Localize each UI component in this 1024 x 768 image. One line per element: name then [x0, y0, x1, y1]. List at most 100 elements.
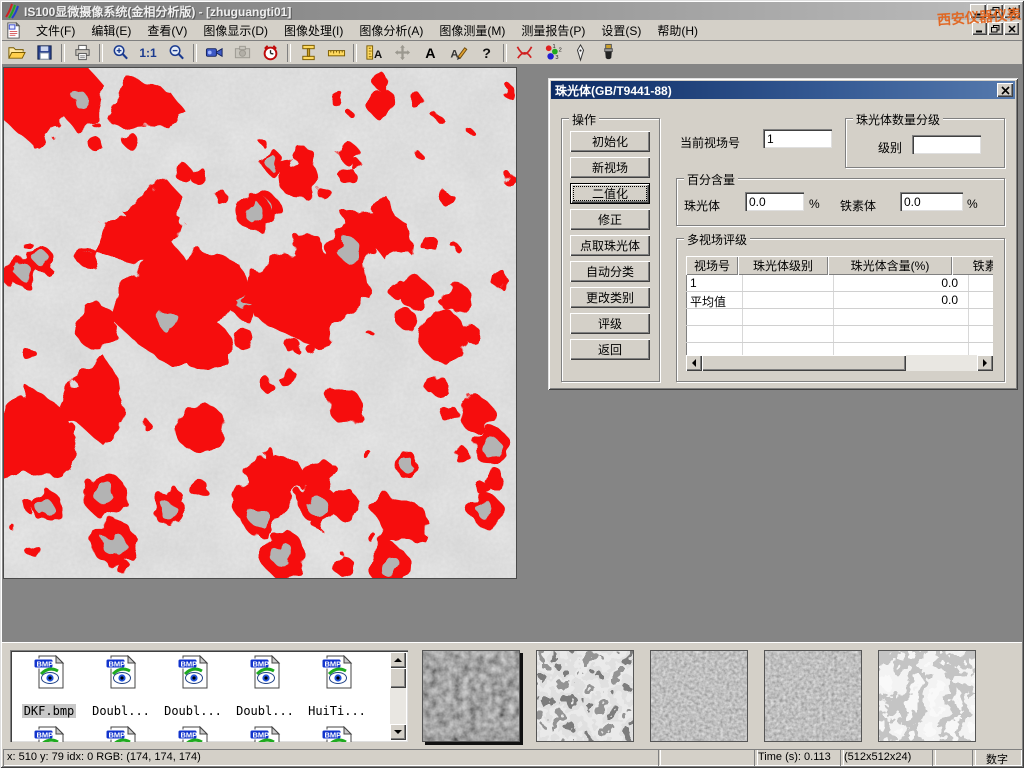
- table-header-2: 珠光体含量(%): [828, 256, 952, 275]
- actual-size-button[interactable]: 1:1: [135, 42, 161, 63]
- thumbnail-5[interactable]: [878, 650, 976, 742]
- table-cell: [743, 292, 834, 308]
- save-button[interactable]: [31, 42, 57, 63]
- file-item-3[interactable]: BMPDoubl...: [230, 655, 300, 718]
- dialog-button-change-class[interactable]: 更改类别: [570, 287, 650, 308]
- file-label[interactable]: Doubl...: [162, 704, 224, 718]
- file-item-0[interactable]: BMPDKF.bmp: [14, 655, 84, 718]
- file-item-row2-0[interactable]: BMP: [14, 726, 84, 742]
- menu-file[interactable]: 文件(F): [28, 20, 83, 41]
- table-cell: [743, 275, 834, 291]
- svg-text:BMP: BMP: [181, 731, 198, 740]
- table-row[interactable]: [686, 326, 993, 343]
- video-camera-button[interactable]: [201, 42, 227, 63]
- multi-field-table[interactable]: 视场号珠光体级别珠光体含量(%)铁素体含量(%) 10.0平均值0.0: [686, 256, 993, 371]
- thumbnail-3[interactable]: [650, 650, 748, 742]
- dialog-title-bar[interactable]: 珠光体(GB/T9441-88): [551, 81, 1015, 99]
- file-item-row2-4[interactable]: BMP: [302, 726, 372, 742]
- pen-tool-button[interactable]: [567, 42, 593, 63]
- file-browser-scrollbar[interactable]: [390, 652, 406, 740]
- menu-help[interactable]: 帮助(H): [649, 20, 706, 41]
- file-label[interactable]: Doubl...: [90, 704, 152, 718]
- annotate-button[interactable]: A: [445, 42, 471, 63]
- caliper-button[interactable]: [295, 42, 321, 63]
- timer-button[interactable]: [257, 42, 283, 63]
- dialog-button-correct[interactable]: 修正: [570, 209, 650, 230]
- help-button[interactable]: ?: [473, 42, 499, 63]
- file-label[interactable]: DKF.bmp: [22, 704, 77, 718]
- move-button[interactable]: [389, 42, 415, 63]
- menu-measure-report[interactable]: 测量报告(P): [513, 20, 593, 41]
- file-item-row2-1[interactable]: BMP: [86, 726, 156, 742]
- app-icon: [4, 3, 20, 19]
- menu-image-display[interactable]: 图像显示(D): [195, 20, 276, 41]
- zoom-out-button[interactable]: [163, 42, 189, 63]
- brush-tool-button[interactable]: [595, 42, 621, 63]
- bmp-file-icon: BMP: [176, 726, 210, 742]
- ferrite-input[interactable]: 0.0: [900, 192, 963, 211]
- percent-group-label: 百分含量: [684, 171, 738, 188]
- current-field-input[interactable]: 1: [763, 129, 832, 148]
- open-button[interactable]: [3, 42, 29, 63]
- ruler-button[interactable]: [323, 42, 349, 63]
- pearlite-dialog: 珠光体(GB/T9441-88) 操作 初始化新视场二值化修正点取珠光体自动分类…: [548, 78, 1018, 390]
- thumbnail-2[interactable]: [536, 650, 634, 742]
- table-cell: [834, 309, 969, 325]
- scroll-right-arrow[interactable]: [977, 355, 993, 371]
- file-item-1[interactable]: BMP Doubl...: [86, 655, 156, 718]
- grade-group-label: 珠光体数量分级: [853, 111, 943, 128]
- pearlite-input[interactable]: 0.0: [745, 192, 804, 211]
- dialog-button-new-field[interactable]: 新视场: [570, 157, 650, 178]
- menu-image-analysis[interactable]: 图像分析(A): [351, 20, 431, 41]
- file-item-2[interactable]: BMP Doubl...: [158, 655, 228, 718]
- thumbnail-1[interactable]: [422, 650, 520, 742]
- scroll-track[interactable]: [906, 355, 977, 371]
- menu-view[interactable]: 查看(V): [139, 20, 195, 41]
- menu-image-process[interactable]: 图像处理(I): [276, 20, 351, 41]
- zoom-in-button[interactable]: [107, 42, 133, 63]
- scroll-thumb[interactable]: [702, 355, 906, 371]
- table-row[interactable]: 10.0: [686, 275, 993, 292]
- bmp-file-icon: BMP: [176, 655, 210, 689]
- file-item-4[interactable]: BMP HuiTi...: [302, 655, 372, 718]
- scroll-left-arrow[interactable]: [686, 355, 702, 371]
- menu-settings[interactable]: 设置(S): [593, 20, 649, 41]
- text-button[interactable]: A: [417, 42, 443, 63]
- dialog-button-initialize[interactable]: 初始化: [570, 131, 650, 152]
- scroll-thumb[interactable]: [390, 668, 406, 688]
- dialog-button-pick-pearlite[interactable]: 点取珠光体: [570, 235, 650, 256]
- scroll-up-arrow[interactable]: [390, 652, 406, 668]
- thumbnail-4[interactable]: [764, 650, 862, 742]
- grade-input[interactable]: [912, 135, 981, 154]
- file-browser[interactable]: BMPDKF.bmpBMPDoubl...BMPDoubl...BMPDoubl…: [10, 650, 408, 742]
- bmp-file-icon: BMP: [104, 655, 138, 689]
- file-label[interactable]: Doubl...: [234, 704, 296, 718]
- menu-edit[interactable]: 编辑(E): [83, 20, 139, 41]
- color-classes-button[interactable]: 123: [539, 42, 565, 63]
- table-cell: 0.0: [834, 292, 969, 308]
- svg-text:BMP: BMP: [181, 660, 198, 669]
- table-row[interactable]: 平均值0.0: [686, 292, 993, 309]
- dialog-button-auto-classify[interactable]: 自动分类: [570, 261, 650, 282]
- dialog-button-rate[interactable]: 评级: [570, 313, 650, 334]
- metallographic-image[interactable]: [3, 67, 517, 579]
- bottom-panel: BMPDKF.bmpBMPDoubl...BMPDoubl...BMPDoubl…: [2, 642, 1022, 749]
- dialog-button-binarize[interactable]: 二值化: [570, 183, 650, 204]
- scroll-down-arrow[interactable]: [390, 724, 406, 740]
- file-label[interactable]: HuiTi...: [306, 704, 368, 718]
- curve-tool-button[interactable]: [511, 42, 537, 63]
- file-item-row2-2[interactable]: BMP: [158, 726, 228, 742]
- toolbar-separator: [61, 44, 65, 62]
- menu-image-measure[interactable]: 图像测量(M): [431, 20, 513, 41]
- table-horizontal-scrollbar[interactable]: [686, 355, 993, 371]
- camera-button[interactable]: [229, 42, 255, 63]
- table-row[interactable]: [686, 309, 993, 326]
- document-icon[interactable]: [5, 22, 22, 39]
- print-button[interactable]: [69, 42, 95, 63]
- measure-text-button[interactable]: A: [361, 42, 387, 63]
- table-cell: [969, 292, 993, 308]
- svg-text:BMP: BMP: [325, 660, 342, 669]
- dialog-close-button[interactable]: [997, 83, 1013, 97]
- dialog-button-return[interactable]: 返回: [570, 339, 650, 360]
- file-item-row2-3[interactable]: BMP: [230, 726, 300, 742]
